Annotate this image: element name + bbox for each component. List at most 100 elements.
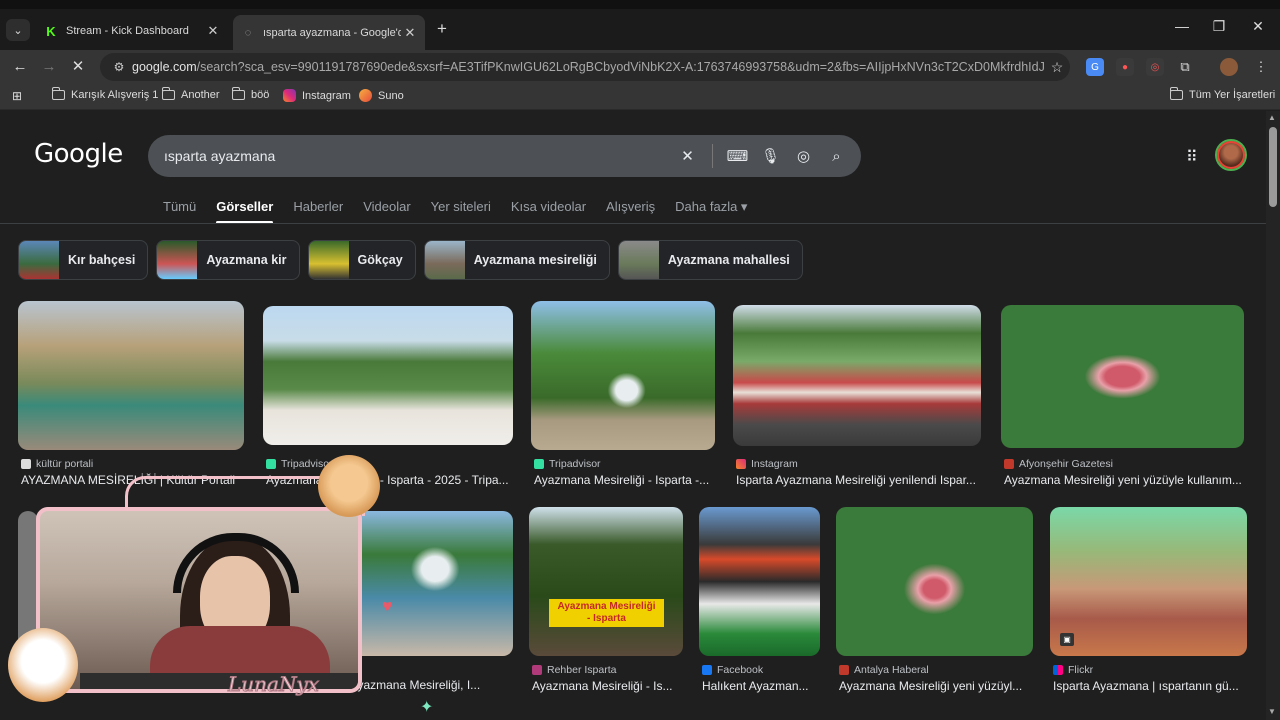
bookmark-folder[interactable]: Another bbox=[161, 87, 220, 101]
chip-ayazmana-mesireligi[interactable]: Ayazmana mesireliği bbox=[423, 240, 610, 280]
result-caption[interactable]: Ayazmana Mesireliği - Is... bbox=[532, 679, 686, 693]
scroll-up-icon[interactable]: ▲ bbox=[1268, 113, 1276, 122]
cat-sticker-icon bbox=[318, 455, 380, 517]
tab-short-videos[interactable]: Kısa videolar bbox=[511, 199, 586, 215]
result-caption[interactable]: Ayazmana Mesireliği yeni yüzüyl... bbox=[839, 679, 1036, 693]
url-text[interactable]: google.com/search?sca_esv=9901191787690e… bbox=[132, 60, 1044, 74]
chip-gokcay[interactable]: Gökçay bbox=[307, 240, 416, 280]
all-bookmarks[interactable]: Tüm Yer İşaretleri bbox=[1169, 87, 1275, 101]
result-source[interactable]: Antalya Haberal bbox=[839, 664, 929, 676]
bookmark-folder[interactable]: Karışık Alışveriş 1 bbox=[51, 87, 158, 101]
translate-icon[interactable]: G bbox=[1086, 58, 1104, 76]
tab-news[interactable]: Haberler bbox=[293, 199, 343, 215]
loading-icon: ◌ bbox=[244, 26, 252, 39]
lens-search-icon[interactable]: ◎ bbox=[787, 147, 820, 165]
tab-images[interactable]: Görseller bbox=[216, 199, 274, 224]
tripadvisor-icon bbox=[266, 459, 276, 469]
close-tab-icon[interactable]: ✕ bbox=[204, 23, 222, 39]
folder-icon bbox=[51, 87, 65, 100]
result-image[interactable]: Ayazmana Mesireliği - Isparta bbox=[529, 507, 683, 656]
result-image[interactable] bbox=[733, 305, 981, 446]
bookmark-suno[interactable]: Suno bbox=[359, 89, 404, 102]
bookmarks-bar: ⊞ Karışık Alışveriş 1 Another böö Instag… bbox=[0, 83, 1280, 110]
webcam-overlay bbox=[36, 507, 362, 693]
kick-icon: K bbox=[46, 23, 56, 39]
search-input[interactable]: ısparta ayazmana bbox=[148, 148, 671, 164]
stop-loading-icon[interactable]: ✕ bbox=[67, 56, 89, 78]
search-separator bbox=[712, 144, 713, 168]
result-caption[interactable]: Isparta Ayazmana | ıspartanın gü... bbox=[1053, 679, 1250, 693]
menu-dots-icon[interactable]: ⋮ bbox=[1252, 58, 1270, 76]
tab-shopping[interactable]: Alışveriş bbox=[606, 199, 655, 215]
page-scrollbar[interactable]: ▲ ▼ bbox=[1266, 111, 1280, 720]
minimize-icon[interactable]: — bbox=[1172, 18, 1192, 34]
result-source[interactable]: Facebook bbox=[702, 664, 763, 676]
result-source[interactable]: kültür portali bbox=[21, 458, 93, 470]
clear-search-icon[interactable]: ✕ bbox=[671, 147, 704, 165]
tab-kick-dashboard[interactable]: K Stream - Kick Dashboard ✕ bbox=[36, 17, 228, 45]
heart-icon: ♥ bbox=[382, 596, 393, 616]
scroll-down-icon[interactable]: ▼ bbox=[1268, 707, 1276, 716]
tab-videos[interactable]: Videolar bbox=[363, 199, 410, 215]
result-image[interactable] bbox=[699, 507, 820, 656]
scrollbar-thumb[interactable] bbox=[1269, 127, 1277, 207]
result-source[interactable]: Afyonşehir Gazetesi bbox=[1004, 458, 1113, 470]
voice-search-icon[interactable]: 🎙 bbox=[754, 147, 787, 165]
tab-strip: ⌄ K Stream - Kick Dashboard ✕ ◌ ısparta … bbox=[0, 0, 1280, 50]
tab-places[interactable]: Yer siteleri bbox=[431, 199, 491, 215]
result-caption[interactable]: - Ayazmana Mesireliği, I... bbox=[343, 678, 516, 692]
browser-toolbar: ← → ✕ ⚙ google.com/search?sca_esv=990119… bbox=[0, 50, 1280, 83]
forward-icon[interactable]: → bbox=[38, 56, 60, 78]
google-apps-icon[interactable]: ⠿ bbox=[1186, 147, 1198, 167]
profile-avatar-icon[interactable] bbox=[1220, 58, 1238, 76]
result-caption[interactable]: Isparta Ayazmana Mesireliği yenilendi Is… bbox=[736, 473, 984, 487]
bookmark-instagram[interactable]: Instagram bbox=[283, 89, 351, 102]
new-tab-icon[interactable]: + bbox=[432, 19, 452, 39]
keyboard-icon[interactable]: ⌨ bbox=[721, 147, 754, 165]
tab-google-search[interactable]: ◌ ısparta ayazmana - Google'da A ✕ bbox=[233, 15, 425, 50]
result-image[interactable] bbox=[1001, 305, 1244, 448]
bookmark-star-icon[interactable]: ☆ bbox=[1044, 59, 1070, 76]
site-favicon-icon bbox=[839, 665, 849, 675]
result-image[interactable] bbox=[531, 301, 715, 450]
result-image[interactable] bbox=[263, 306, 513, 445]
result-image[interactable]: ▣ bbox=[1050, 507, 1247, 656]
close-window-icon[interactable]: ✕ bbox=[1248, 18, 1268, 35]
extension-icon[interactable]: ◎ bbox=[1146, 58, 1164, 76]
chip-kir-bahcesi[interactable]: Kır bahçesi bbox=[18, 240, 149, 280]
cat-sticker-icon bbox=[8, 628, 78, 702]
result-source[interactable]: Rehber Isparta bbox=[532, 664, 616, 676]
back-icon[interactable]: ← bbox=[9, 56, 31, 78]
restore-icon[interactable]: ❐ bbox=[1209, 18, 1229, 35]
site-info-icon[interactable]: ⚙ bbox=[106, 60, 132, 74]
chip-ayazmana-mahallesi[interactable]: Ayazmana mahallesi bbox=[617, 240, 803, 280]
bookmark-folder[interactable]: böö bbox=[231, 87, 269, 101]
result-source[interactable]: Instagram bbox=[736, 458, 798, 470]
result-caption[interactable]: Halıkent Ayazman... bbox=[702, 679, 823, 693]
extensions-puzzle-icon[interactable]: ⧉ bbox=[1176, 58, 1194, 76]
result-image[interactable] bbox=[18, 301, 244, 450]
search-icon[interactable]: ⌕ bbox=[820, 148, 853, 165]
tab-more[interactable]: Daha fazla ▾ bbox=[675, 199, 747, 215]
result-caption[interactable]: Ayazmana Mesireliği - Isparta -... bbox=[534, 473, 718, 487]
search-box[interactable]: ısparta ayazmana ✕ ⌨ 🎙 ◎ ⌕ bbox=[148, 135, 861, 177]
apps-grid-icon[interactable]: ⊞ bbox=[12, 89, 22, 103]
result-source[interactable]: Flickr bbox=[1053, 664, 1093, 676]
extension-icon[interactable]: ● bbox=[1116, 58, 1134, 76]
close-tab-icon[interactable]: ✕ bbox=[401, 25, 419, 41]
tab-all[interactable]: Tümü bbox=[163, 199, 196, 215]
account-avatar[interactable] bbox=[1215, 139, 1247, 171]
google-logo[interactable]: Google bbox=[34, 139, 123, 169]
tab-strip-top bbox=[0, 0, 1280, 9]
address-bar[interactable]: ⚙ google.com/search?sca_esv=990119178769… bbox=[100, 53, 1070, 81]
result-image[interactable] bbox=[836, 507, 1033, 656]
chip-thumbnail bbox=[424, 241, 465, 279]
site-favicon-icon bbox=[21, 459, 31, 469]
tab-search-chevron-icon[interactable]: ⌄ bbox=[6, 19, 30, 41]
folder-icon bbox=[161, 87, 175, 100]
result-image[interactable] bbox=[340, 511, 513, 656]
result-caption[interactable]: Ayazmana Mesireliği yeni yüzüyle kullanı… bbox=[1004, 473, 1247, 487]
headset-icon bbox=[173, 533, 299, 593]
chip-ayazmana-kir[interactable]: Ayazmana kir bbox=[156, 240, 300, 280]
result-source[interactable]: Tripadvisor bbox=[534, 458, 601, 470]
